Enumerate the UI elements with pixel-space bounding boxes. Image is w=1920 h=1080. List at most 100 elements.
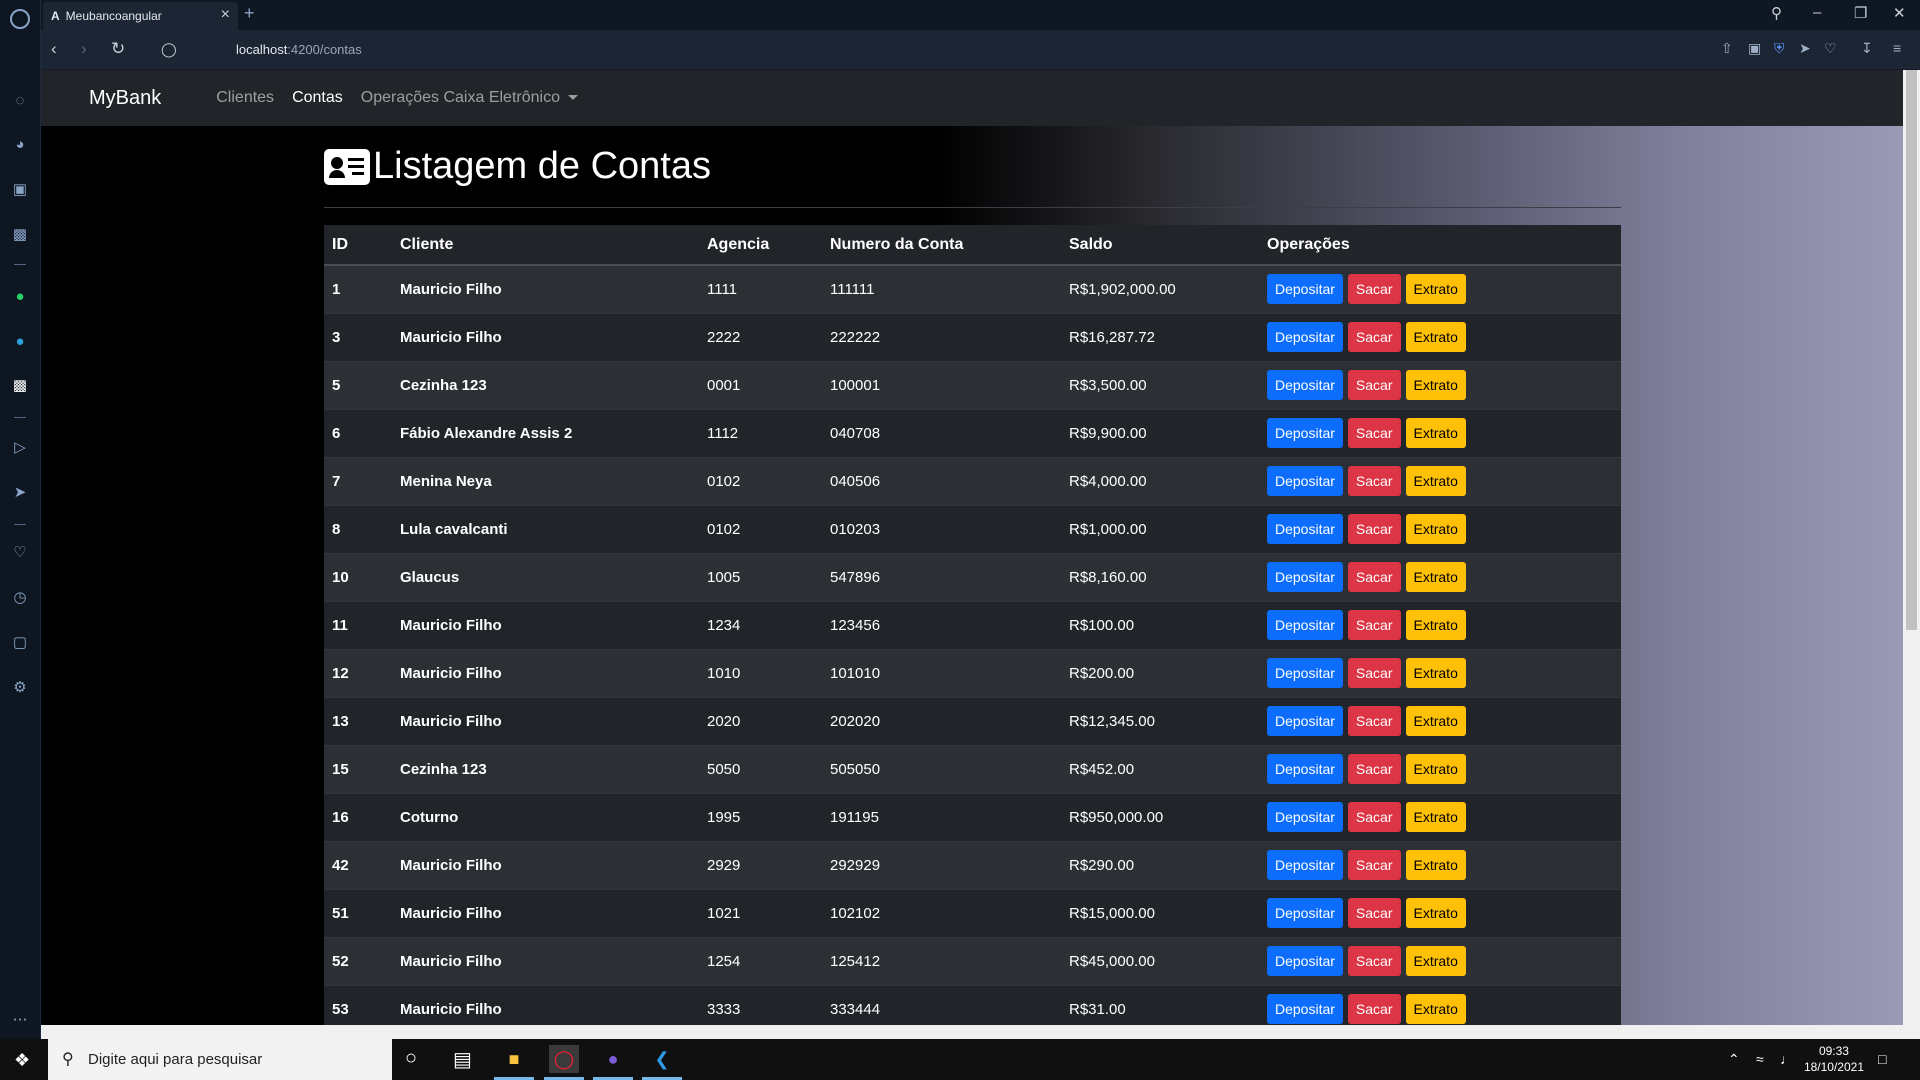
easy-setup-icon[interactable]: ≡ [1893, 40, 1901, 56]
sacar-button[interactable]: Sacar [1347, 514, 1401, 544]
brand-link[interactable]: MyBank [89, 87, 161, 110]
new-tab-icon[interactable]: + [244, 3, 255, 24]
heart-icon[interactable]: ♡ [9, 541, 31, 563]
depositar-button[interactable]: Depositar [1267, 850, 1343, 880]
sacar-button[interactable]: Sacar [1347, 370, 1401, 400]
depositar-button[interactable]: Depositar [1267, 610, 1343, 640]
extrato-button[interactable]: Extrato [1405, 850, 1466, 880]
bag-icon[interactable]: ▣ [9, 178, 31, 200]
sacar-button[interactable]: Sacar [1347, 946, 1401, 976]
sacar-button[interactable]: Sacar [1347, 274, 1401, 305]
extrato-button[interactable]: Extrato [1405, 514, 1466, 544]
tray-chevron-up-icon[interactable]: ⌃ [1728, 1051, 1740, 1068]
close-tab-icon[interactable]: × [221, 6, 230, 24]
back-icon[interactable]: ‹ [51, 39, 57, 59]
sacar-button[interactable]: Sacar [1347, 562, 1401, 592]
speed-dial-icon[interactable]: ◕ [9, 133, 31, 155]
task-view-icon[interactable]: ▤ [453, 1047, 472, 1072]
snapshot-icon[interactable]: ▣ [1748, 40, 1761, 57]
depositar-button[interactable]: Depositar [1267, 370, 1343, 400]
scrollbar-thumb[interactable] [1906, 70, 1917, 630]
extrato-button[interactable]: Extrato [1405, 994, 1466, 1025]
extrato-button[interactable]: Extrato [1405, 946, 1466, 976]
eclipse-icon[interactable]: ● [598, 1045, 628, 1073]
depositar-button[interactable]: Depositar [1267, 514, 1343, 544]
extrato-button[interactable]: Extrato [1405, 562, 1466, 592]
sacar-button[interactable]: Sacar [1347, 802, 1401, 832]
whatsapp-icon[interactable]: ● [9, 285, 31, 307]
send-icon[interactable]: ➤ [9, 481, 31, 503]
extrato-button[interactable]: Extrato [1405, 610, 1466, 640]
browser-tab[interactable]: A Meubancoangular × [43, 2, 238, 30]
depositar-button[interactable]: Depositar [1267, 274, 1343, 305]
network-icon[interactable]: ≈ [1756, 1051, 1764, 1067]
settings-icon[interactable]: ⚙ [9, 676, 31, 698]
extrato-button[interactable]: Extrato [1405, 418, 1466, 448]
extrato-button[interactable]: Extrato [1405, 274, 1466, 305]
extrato-button[interactable]: Extrato [1405, 322, 1466, 352]
minimize-icon[interactable]: – [1813, 4, 1821, 21]
twitch-icon[interactable]: ▩ [9, 223, 31, 245]
nav-dropdown-operacoes[interactable]: Operações Caixa Eletrônico [361, 89, 578, 107]
close-window-icon[interactable]: ✕ [1893, 4, 1906, 22]
reload-icon[interactable]: ↻ [111, 39, 125, 59]
url-field[interactable]: localhost:4200/contas [236, 42, 362, 57]
extrato-button[interactable]: Extrato [1405, 754, 1466, 784]
player-icon[interactable]: ▷ [9, 436, 31, 458]
discord-icon[interactable]: ▩ [9, 374, 31, 396]
favorite-heart-icon[interactable]: ♡ [1824, 40, 1837, 57]
depositar-button[interactable]: Depositar [1267, 706, 1343, 736]
send-page-icon[interactable]: ➤ [1799, 40, 1811, 57]
forward-icon[interactable]: › [81, 39, 87, 59]
nav-link-contas[interactable]: Contas [292, 89, 343, 107]
volume-icon[interactable]: ♩ [1780, 1051, 1794, 1067]
depositar-button[interactable]: Depositar [1267, 418, 1343, 448]
search-tabs-icon[interactable]: ⚲ [1771, 4, 1782, 22]
extrato-button[interactable]: Extrato [1405, 898, 1466, 928]
extrato-button[interactable]: Extrato [1405, 706, 1466, 736]
depositar-button[interactable]: Depositar [1267, 322, 1343, 352]
sacar-button[interactable]: Sacar [1347, 658, 1401, 688]
notifications-icon[interactable]: □ [1878, 1051, 1886, 1067]
depositar-button[interactable]: Depositar [1267, 658, 1343, 688]
restore-icon[interactable]: ❐ [1854, 4, 1867, 22]
depositar-button[interactable]: Depositar [1267, 946, 1343, 976]
more-icon[interactable]: ⋯ [9, 1008, 31, 1030]
nav-link-clientes[interactable]: Clientes [216, 89, 274, 107]
depositar-button[interactable]: Depositar [1267, 898, 1343, 928]
sacar-button[interactable]: Sacar [1347, 754, 1401, 784]
depositar-button[interactable]: Depositar [1267, 466, 1343, 496]
sacar-button[interactable]: Sacar [1347, 994, 1401, 1025]
download-icon[interactable]: ↧ [1861, 40, 1873, 57]
sacar-button[interactable]: Sacar [1347, 418, 1401, 448]
vertical-scrollbar[interactable] [1903, 70, 1920, 1025]
sacar-button[interactable]: Sacar [1347, 322, 1401, 352]
vscode-icon[interactable]: ❮ [647, 1045, 677, 1073]
depositar-button[interactable]: Depositar [1267, 994, 1343, 1025]
cortana-icon[interactable]: ○ [405, 1047, 417, 1070]
taskbar-search[interactable]: ⚲ Digite aqui para pesquisar [48, 1039, 392, 1080]
gamepad-icon[interactable]: ◌ [9, 89, 31, 111]
opera-taskbar-icon[interactable]: ◯ [549, 1045, 579, 1073]
telegram-icon[interactable]: ● [9, 330, 31, 352]
sacar-button[interactable]: Sacar [1347, 610, 1401, 640]
extrato-button[interactable]: Extrato [1405, 802, 1466, 832]
sacar-button[interactable]: Sacar [1347, 706, 1401, 736]
extrato-button[interactable]: Extrato [1405, 466, 1466, 496]
extrato-button[interactable]: Extrato [1405, 658, 1466, 688]
sacar-button[interactable]: Sacar [1347, 898, 1401, 928]
windows-start-icon[interactable]: ❖ [14, 1050, 30, 1071]
share-icon[interactable]: ⇧ [1721, 40, 1733, 57]
depositar-button[interactable]: Depositar [1267, 562, 1343, 592]
horizontal-scrollbar[interactable] [41, 1025, 1920, 1039]
sacar-button[interactable]: Sacar [1347, 466, 1401, 496]
depositar-button[interactable]: Depositar [1267, 754, 1343, 784]
file-explorer-icon[interactable]: ■ [499, 1045, 529, 1073]
opera-logo-icon[interactable] [10, 9, 30, 29]
history-icon[interactable]: ◷ [9, 586, 31, 608]
extrato-button[interactable]: Extrato [1405, 370, 1466, 400]
sacar-button[interactable]: Sacar [1347, 850, 1401, 880]
taskbar-clock[interactable]: 09:33 18/10/2021 [1804, 1043, 1864, 1075]
cube-icon[interactable]: ▢ [9, 631, 31, 653]
depositar-button[interactable]: Depositar [1267, 802, 1343, 832]
